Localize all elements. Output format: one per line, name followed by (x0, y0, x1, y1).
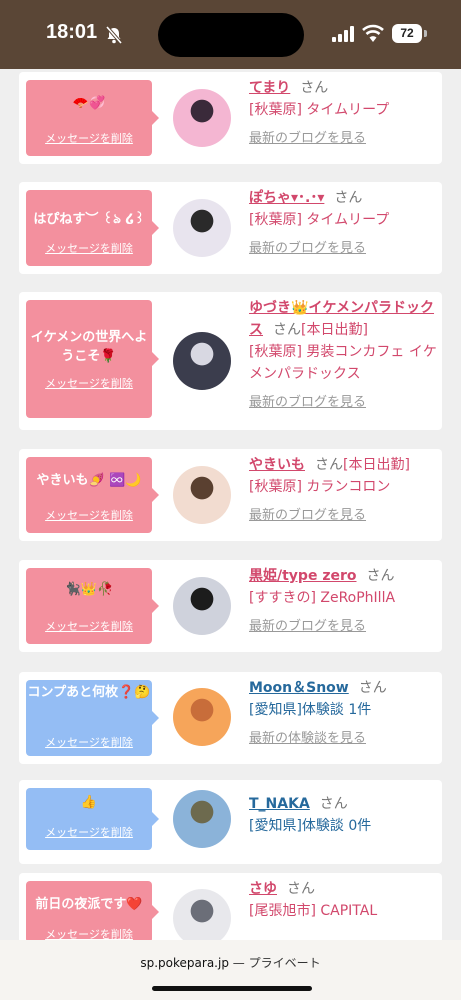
profile-info: てまり さん [秋葉原] タイムリープ最新のブログを見る (249, 77, 437, 149)
honorific: さん (366, 568, 395, 584)
name-line: ゆづき👑イケメンパラドックス さん[本日出勤] (249, 297, 437, 341)
message-bubble: やきいも🍠 ♾️🌙 メッセージを削除 (26, 457, 159, 533)
shop-label: [愛知県]体験談 0件 (249, 818, 372, 834)
profile-info: ゆづき👑イケメンパラドックス さん[本日出勤] [秋葉原] 男装コンカフェ イケメン… (249, 297, 437, 413)
dynamic-island (158, 13, 304, 57)
favorite-card: 🐈‍⬛👑🥀 メッセージを削除 黒姫/type zero さん [すすきの] ZeRoPh… (19, 560, 442, 652)
message-bubble: 前日の夜派です❤️ メッセージを削除 (26, 881, 159, 943)
message-bubble: 🪭💞 メッセージを削除 (26, 80, 159, 156)
honorific: さん (358, 680, 387, 696)
honorific: さん (319, 796, 348, 812)
message-bubble: コンプあと何枚❓🤔 メッセージを削除 (26, 680, 159, 756)
profile-name-link[interactable]: Moon＆Snow (249, 680, 349, 696)
name-line: T_NAKA さん (249, 793, 437, 815)
name-line: てまり さん (249, 77, 437, 99)
name-line: ぽちゃ▾･.･▾ さん (249, 187, 437, 209)
message-bubble: はぴねす︶ ꒰ঌ ໒꒱ メッセージを削除 (26, 190, 159, 266)
bubble-message: 前日の夜派です❤️ (35, 897, 143, 912)
profile-info: T_NAKA さん [愛知県]体験談 0件 (249, 793, 437, 837)
profile-info: やきいも さん[本日出勤] [秋葉原] カランコロン最新のブログを見る (249, 454, 437, 526)
favorite-card: 👍 メッセージを削除 T_NAKA さん [愛知県]体験談 0件 (19, 780, 442, 864)
profile-info: ぽちゃ▾･.･▾ さん [秋葉原] タイムリープ最新のブログを見る (249, 187, 437, 259)
latest-post-link[interactable]: 最新のブログを見る (249, 506, 437, 526)
honorific: さん (273, 322, 301, 338)
avatar[interactable] (173, 889, 231, 947)
shop-label: [愛知県]体験談 1件 (249, 702, 372, 718)
status-bar: 18:01 72 (0, 0, 461, 69)
favorite-card: コンプあと何枚❓🤔 メッセージを削除 Moon＆Snow さん [愛知県]体験談 1件最… (19, 672, 442, 764)
delete-message-link[interactable]: メッセージを削除 (26, 375, 152, 391)
name-line: さゆ さん (249, 878, 437, 900)
url-display[interactable]: sp.pokepara.jp — プライベート (0, 954, 461, 971)
bubble-message: はぴねす︶ ꒰ঌ ໒꒱ (33, 212, 145, 227)
avatar[interactable] (173, 466, 231, 524)
avatar[interactable] (173, 199, 231, 257)
name-line: Moon＆Snow さん (249, 677, 437, 699)
cellular-signal-icon (332, 26, 354, 42)
favorite-card: 前日の夜派です❤️ メッセージを削除 さゆ さん [尾張旭市] CAPITAL (19, 873, 442, 947)
shop-label: [秋葉原] タイムリープ (249, 102, 390, 118)
profile-name-link[interactable]: 黒姫/type zero (249, 568, 357, 584)
home-indicator[interactable] (152, 986, 312, 991)
name-line: やきいも さん[本日出勤] (249, 454, 437, 476)
battery-tip (424, 30, 427, 37)
browser-address-bar[interactable]: sp.pokepara.jp — プライベート (0, 940, 461, 1000)
profile-name-link[interactable]: やきいも (249, 457, 305, 473)
shop-label: [秋葉原] カランコロン (249, 479, 391, 495)
shop-label: [尾張旭市] CAPITAL (249, 903, 378, 919)
bubble-message: やきいも🍠 ♾️🌙 (36, 473, 142, 488)
delete-message-link[interactable]: メッセージを削除 (26, 240, 152, 256)
profile-name-link[interactable]: てまり (249, 80, 290, 96)
shop-label: [すすきの] ZeRoPhIllA (249, 590, 396, 606)
profile-info: さゆ さん [尾張旭市] CAPITAL (249, 878, 437, 922)
honorific: さん (300, 80, 329, 96)
delete-message-link[interactable]: メッセージを削除 (26, 130, 152, 146)
favorite-card: やきいも🍠 ♾️🌙 メッセージを削除 やきいも さん[本日出勤] [秋葉原] カランコロ… (19, 449, 442, 541)
profile-name-link[interactable]: さゆ (249, 881, 277, 897)
private-mode-label: — プライベート (232, 956, 321, 970)
bubble-message: 🐈‍⬛👑🥀 (64, 582, 114, 597)
message-bubble: 🐈‍⬛👑🥀 メッセージを削除 (26, 568, 159, 644)
message-bubble: 👍 メッセージを削除 (26, 788, 159, 850)
profile-info: 黒姫/type zero さん [すすきの] ZeRoPhIllA 最新のブログを見る (249, 565, 437, 637)
battery-indicator: 72 (392, 24, 422, 43)
honorific: さん (287, 881, 315, 897)
favorite-card: イケメンの世界へようこそ🌹 メッセージを削除 ゆづき👑イケメンパラドックス さん[本日… (19, 292, 442, 430)
avatar[interactable] (173, 577, 231, 635)
avatar[interactable] (173, 688, 231, 746)
profile-name-link[interactable]: T_NAKA (249, 796, 310, 812)
shop-label: [秋葉原] 男装コンカフェ イケメンパラドックス (249, 344, 437, 382)
profile-name-link[interactable]: ぽちゃ▾･.･▾ (249, 190, 324, 206)
delete-message-link[interactable]: メッセージを削除 (26, 618, 152, 634)
url-domain: sp.pokepara.jp (140, 956, 229, 970)
bubble-message: イケメンの世界へようこそ🌹 (30, 330, 148, 364)
status-badge: [本日出勤] (343, 457, 410, 473)
bubble-message: コンプあと何枚❓🤔 (27, 685, 151, 700)
status-badge: [本日出勤] (301, 322, 368, 338)
name-line: 黒姫/type zero さん (249, 565, 437, 587)
bell-muted-icon (105, 25, 123, 45)
delete-message-link[interactable]: メッセージを削除 (26, 734, 152, 750)
latest-post-link[interactable]: 最新のブログを見る (249, 617, 437, 637)
profile-info: Moon＆Snow さん [愛知県]体験談 1件最新の体験談を見る (249, 677, 437, 749)
avatar[interactable] (173, 790, 231, 848)
status-time: 18:01 (46, 21, 98, 43)
message-bubble: イケメンの世界へようこそ🌹 メッセージを削除 (26, 300, 159, 418)
bubble-message: 👍 (80, 795, 98, 810)
honorific: さん (334, 190, 363, 206)
delete-message-link[interactable]: メッセージを削除 (26, 507, 152, 523)
avatar[interactable] (173, 332, 231, 390)
avatar[interactable] (173, 89, 231, 147)
wifi-icon (362, 24, 384, 42)
favorite-card: はぴねす︶ ꒰ঌ ໒꒱ メッセージを削除 ぽちゃ▾･.･▾ さん [秋葉原] タイムリー… (19, 182, 442, 274)
latest-post-link[interactable]: 最新の体験談を見る (249, 729, 437, 749)
bubble-message: 🪭💞 (72, 96, 106, 111)
latest-post-link[interactable]: 最新のブログを見る (249, 393, 437, 413)
latest-post-link[interactable]: 最新のブログを見る (249, 129, 437, 149)
shop-label: [秋葉原] タイムリープ (249, 212, 390, 228)
favorite-card: 🪭💞 メッセージを削除 てまり さん [秋葉原] タイムリープ最新のブログを見る (19, 72, 442, 164)
delete-message-link[interactable]: メッセージを削除 (26, 824, 152, 840)
latest-post-link[interactable]: 最新のブログを見る (249, 239, 437, 259)
honorific: さん (315, 457, 343, 473)
